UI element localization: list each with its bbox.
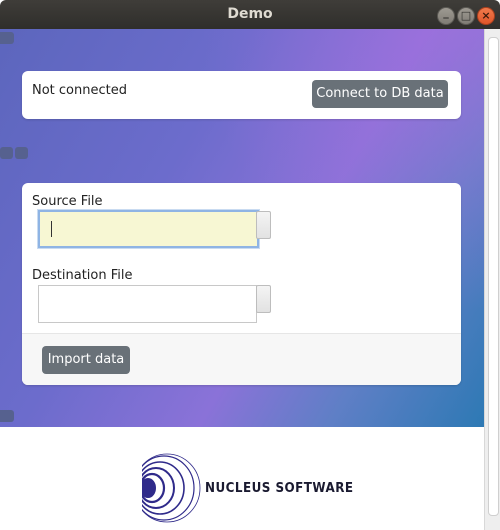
maximize-button[interactable]: □ xyxy=(457,7,475,25)
destination-file-browse-button[interactable] xyxy=(256,285,271,313)
destination-file-input[interactable] xyxy=(38,285,257,323)
scrollbar-thumb[interactable] xyxy=(488,37,499,516)
edge-marker xyxy=(0,410,14,422)
maximize-icon: □ xyxy=(460,9,472,22)
source-file-input[interactable] xyxy=(37,209,260,249)
destination-file-label: Destination File xyxy=(32,268,133,283)
edge-marker xyxy=(0,144,30,159)
window-title-bar: Demo _ □ × xyxy=(0,0,500,29)
minimize-button[interactable]: _ xyxy=(437,6,455,25)
source-file-label: Source File xyxy=(32,194,103,209)
import-data-button[interactable]: Import data xyxy=(42,346,130,374)
import-card: Source File Destination File Import data xyxy=(22,183,461,385)
source-file-browse-button[interactable] xyxy=(256,211,271,239)
close-button[interactable]: × xyxy=(477,7,495,25)
minimize-icon: _ xyxy=(443,6,449,19)
edge-marker xyxy=(0,32,14,44)
window-title: Demo xyxy=(227,6,273,22)
logo-mark-icon xyxy=(133,452,201,524)
connection-card: Not connected Connect to DB data xyxy=(22,71,461,119)
nucleus-software-logo: NUCLEUS SOFTWARE xyxy=(133,452,353,524)
connect-db-button[interactable]: Connect to DB data xyxy=(312,80,448,108)
logo-text: NUCLEUS SOFTWARE xyxy=(205,481,354,496)
text-caret xyxy=(51,221,52,237)
vertical-scrollbar[interactable] xyxy=(484,29,500,530)
connection-status: Not connected xyxy=(32,83,127,98)
close-icon: × xyxy=(481,9,491,22)
